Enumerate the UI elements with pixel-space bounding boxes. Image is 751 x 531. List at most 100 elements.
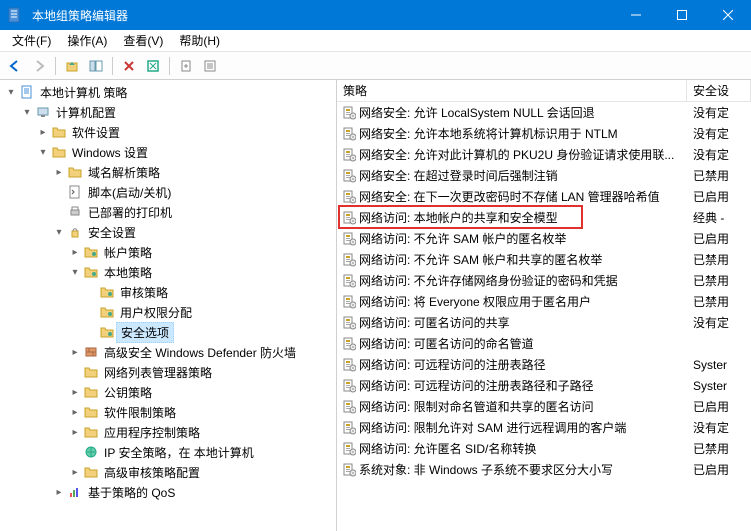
export-button[interactable] [175, 55, 197, 77]
tree-printers[interactable]: 已部署的打印机 [0, 202, 336, 222]
policy-item-icon [337, 379, 357, 393]
tree-label: 基于策略的 QoS [84, 483, 179, 502]
tree-windows-settings[interactable]: ▾ Windows 设置 [0, 142, 336, 162]
twisty-icon[interactable]: ▾ [52, 227, 66, 238]
twisty-icon[interactable]: ▸ [52, 487, 66, 498]
twisty-icon[interactable]: ▸ [68, 387, 82, 398]
policy-row[interactable]: 网络访问: 本地帐户的共享和安全模型经典 - [337, 207, 751, 228]
policy-row[interactable]: 网络访问: 限制对命名管道和共享的匿名访问已启用 [337, 396, 751, 417]
menu-file[interactable]: 文件(F) [4, 30, 59, 51]
tree-computer-config[interactable]: ▾ 计算机配置 [0, 102, 336, 122]
minimize-button[interactable] [613, 0, 659, 30]
policy-row[interactable]: 网络安全: 允许 LocalSystem NULL 会话回退没有定 [337, 102, 751, 123]
policy-row[interactable]: 网络访问: 不允许 SAM 帐户和共享的匿名枚举已禁用 [337, 249, 751, 270]
tree-pubkey[interactable]: ▸ 公钥策略 [0, 382, 336, 402]
policy-setting: 没有定 [687, 125, 751, 142]
tree-label: 网络列表管理器策略 [100, 363, 216, 382]
folder-icon [82, 365, 100, 379]
list-body[interactable]: 网络安全: 允许 LocalSystem NULL 会话回退没有定网络安全: 允… [337, 102, 751, 531]
policy-row[interactable]: 网络安全: 在超过登录时间后强制注销已禁用 [337, 165, 751, 186]
tree-security-options[interactable]: 安全选项 [0, 322, 336, 342]
tree-defender[interactable]: ▸ 高级安全 Windows Defender 防火墙 [0, 342, 336, 362]
policy-name: 网络安全: 在下一次更改密码时不存储 LAN 管理器哈希值 [357, 188, 687, 205]
twisty-icon[interactable]: ▸ [68, 347, 82, 358]
show-hide-tree-button[interactable] [85, 55, 107, 77]
folder-icon [82, 385, 100, 399]
tree-qos[interactable]: ▸ 基于策略的 QoS [0, 482, 336, 502]
folder-lock-icon [98, 285, 116, 299]
column-setting[interactable]: 安全设 [687, 80, 751, 101]
tree-app-control[interactable]: ▸ 应用程序控制策略 [0, 422, 336, 442]
twisty-icon[interactable]: ▸ [36, 127, 50, 138]
policy-row[interactable]: 网络访问: 限制允许对 SAM 进行远程调用的客户端没有定 [337, 417, 751, 438]
tree-root[interactable]: ▾ 本地计算机 策略 [0, 82, 336, 102]
policy-setting: 已禁用 [687, 293, 751, 310]
policy-row[interactable]: 网络访问: 可远程访问的注册表路径Syster [337, 354, 751, 375]
tree-local-policy[interactable]: ▾ 本地策略 [0, 262, 336, 282]
policy-name: 网络访问: 本地帐户的共享和安全模型 [357, 209, 687, 226]
policy-row[interactable]: 网络安全: 允许对此计算机的 PKU2U 身份验证请求使用联...没有定 [337, 144, 751, 165]
ipsec-icon [82, 445, 100, 459]
policy-item-icon [337, 253, 357, 267]
maximize-button[interactable] [659, 0, 705, 30]
policy-name: 网络访问: 可远程访问的注册表路径和子路径 [357, 377, 687, 394]
properties-button[interactable] [199, 55, 221, 77]
script-icon [66, 185, 84, 199]
twisty-icon[interactable]: ▸ [68, 407, 82, 418]
policy-setting: Syster [687, 358, 751, 372]
policy-row[interactable]: 系统对象: 非 Windows 子系统不要求区分大小写已启用 [337, 459, 751, 480]
up-button[interactable] [61, 55, 83, 77]
twisty-icon[interactable]: ▸ [68, 467, 82, 478]
forward-button[interactable] [28, 55, 50, 77]
tree-account-policy[interactable]: ▸ 帐户策略 [0, 242, 336, 262]
policy-name: 网络访问: 可远程访问的注册表路径 [357, 356, 687, 373]
policy-row[interactable]: 网络访问: 允许匿名 SID/名称转换已禁用 [337, 438, 751, 459]
tree-label: 安全设置 [84, 223, 140, 242]
tree-user-rights[interactable]: 用户权限分配 [0, 302, 336, 322]
tree-label: 应用程序控制策略 [100, 423, 204, 442]
close-button[interactable] [705, 0, 751, 30]
tree-label: IP 安全策略，在 本地计算机 [100, 443, 258, 462]
tree-adv-audit[interactable]: ▸ 高级审核策略配置 [0, 462, 336, 482]
twisty-icon[interactable]: ▸ [52, 167, 66, 178]
policy-row[interactable]: 网络访问: 不允许存储网络身份验证的密码和凭据已禁用 [337, 270, 751, 291]
tree-dns-policy[interactable]: ▸ 域名解析策略 [0, 162, 336, 182]
folder-icon [82, 405, 100, 419]
twisty-icon[interactable]: ▾ [20, 107, 34, 118]
twisty-icon[interactable]: ▸ [68, 247, 82, 258]
tree-audit-policy[interactable]: 审核策略 [0, 282, 336, 302]
menu-view[interactable]: 查看(V) [115, 30, 171, 51]
tree-ipsec[interactable]: IP 安全策略，在 本地计算机 [0, 442, 336, 462]
computer-icon [34, 105, 52, 119]
policy-row[interactable]: 网络访问: 可匿名访问的命名管道 [337, 333, 751, 354]
twisty-icon[interactable]: ▾ [36, 147, 50, 158]
policy-row[interactable]: 网络访问: 可匿名访问的共享没有定 [337, 312, 751, 333]
folder-icon [82, 425, 100, 439]
menu-action[interactable]: 操作(A) [59, 30, 115, 51]
tree-software-settings[interactable]: ▸ 软件设置 [0, 122, 336, 142]
tree-pane[interactable]: ▾ 本地计算机 策略 ▾ 计算机配置 ▸ 软件设置 ▾ Windows 设置 ▸ [0, 80, 337, 531]
policy-row[interactable]: 网络访问: 可远程访问的注册表路径和子路径Syster [337, 375, 751, 396]
back-button[interactable] [4, 55, 26, 77]
column-policy[interactable]: 策略 [337, 80, 687, 101]
policy-row[interactable]: 网络安全: 在下一次更改密码时不存储 LAN 管理器哈希值已启用 [337, 186, 751, 207]
tree-scripts[interactable]: 脚本(启动/关机) [0, 182, 336, 202]
firewall-icon [82, 345, 100, 359]
refresh-button[interactable] [142, 55, 164, 77]
twisty-icon[interactable]: ▾ [4, 87, 18, 98]
policy-item-icon [337, 295, 357, 309]
menu-help[interactable]: 帮助(H) [171, 30, 228, 51]
policy-item-icon [337, 337, 357, 351]
policy-row[interactable]: 网络访问: 不允许 SAM 帐户的匿名枚举已启用 [337, 228, 751, 249]
policy-row[interactable]: 网络访问: 将 Everyone 权限应用于匿名用户已禁用 [337, 291, 751, 312]
tree-netlist[interactable]: 网络列表管理器策略 [0, 362, 336, 382]
tree-software-restrict[interactable]: ▸ 软件限制策略 [0, 402, 336, 422]
policy-setting: 经典 - [687, 209, 751, 226]
tree-security-settings[interactable]: ▾ 安全设置 [0, 222, 336, 242]
qos-icon [66, 485, 84, 499]
twisty-icon[interactable]: ▸ [68, 427, 82, 438]
delete-button[interactable] [118, 55, 140, 77]
policy-row[interactable]: 网络安全: 允许本地系统将计算机标识用于 NTLM没有定 [337, 123, 751, 144]
twisty-icon[interactable]: ▾ [68, 267, 82, 278]
policy-setting: 已禁用 [687, 272, 751, 289]
